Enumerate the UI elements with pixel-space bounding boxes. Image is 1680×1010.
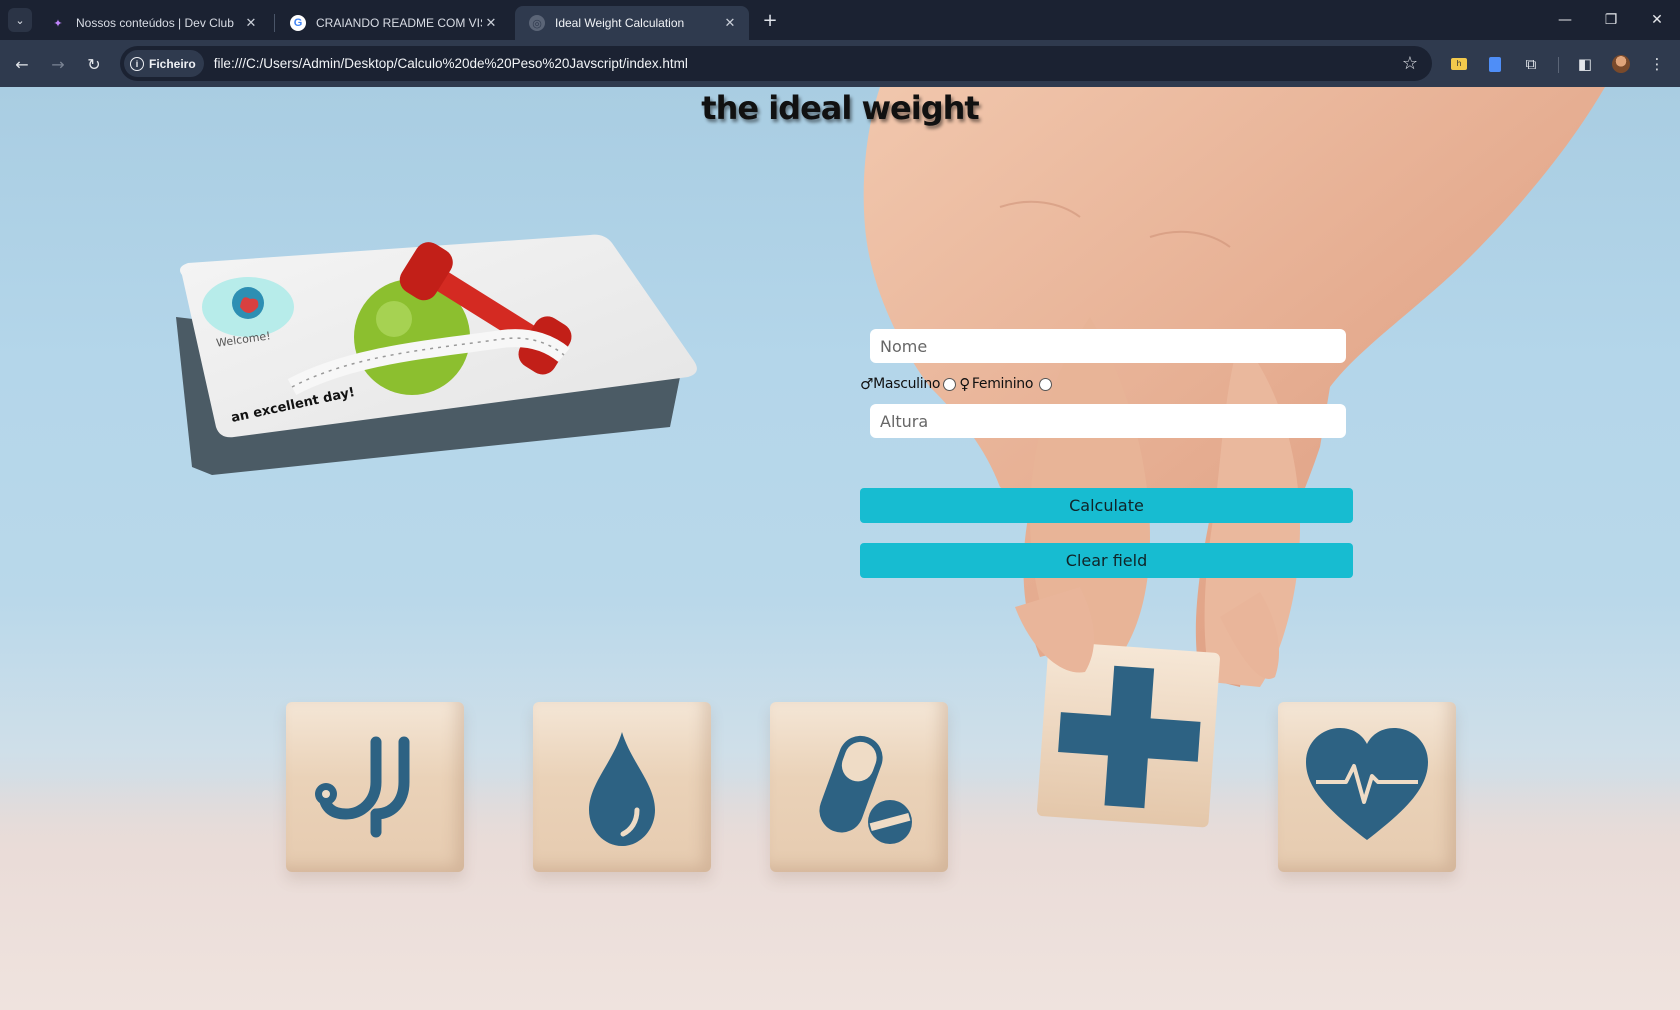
reload-icon[interactable]: ↻ — [80, 50, 108, 78]
welcome-card: Welcome! an excellent day! — [172, 227, 702, 477]
globe-icon: ◎ — [529, 15, 545, 31]
tab-divider — [274, 14, 275, 32]
name-placeholder: Nome — [880, 336, 928, 356]
puzzle-extensions-icon[interactable]: ⧉ — [1519, 52, 1543, 76]
stethoscope-cube — [286, 702, 464, 872]
close-icon[interactable]: ✕ — [242, 14, 260, 32]
male-radio[interactable] — [943, 377, 957, 391]
pill-icon — [819, 735, 912, 844]
page-title: the ideal weight — [701, 89, 979, 127]
tab-devclub[interactable]: ✦ Nossos conteúdos | Dev Club ✕ — [36, 6, 270, 40]
heart-pulse-icon — [1306, 728, 1428, 840]
close-icon[interactable]: ✕ — [721, 14, 739, 32]
tab-search-button[interactable]: ⌄ — [8, 8, 32, 32]
card-image — [180, 234, 697, 438]
tab-strip: ⌄ ✦ Nossos conteúdos | Dev Club ✕ G CRAI… — [0, 0, 1680, 40]
tab-ideal-weight[interactable]: ◎ Ideal Weight Calculation ✕ — [515, 6, 749, 40]
devclub-icon: ✦ — [53, 17, 63, 30]
close-window-icon[interactable]: ✕ — [1634, 0, 1680, 40]
pill-cube — [770, 702, 948, 872]
url-text[interactable]: file:///C:/Users/Admin/Desktop/Calculo%2… — [214, 56, 688, 71]
gender-radio-group: ♂ Masculino ♀ Feminino — [860, 373, 1055, 395]
menu-kebab-icon[interactable]: ⋮ — [1645, 52, 1669, 76]
google-icon: G — [290, 15, 306, 31]
tab-title: Ideal Weight Calculation — [555, 16, 685, 30]
water-drop-icon — [589, 732, 655, 846]
height-input[interactable]: Altura — [870, 404, 1346, 438]
address-bar[interactable]: i Ficheiro file:///C:/Users/Admin/Deskto… — [120, 46, 1432, 81]
tab-title: CRAIANDO README COM VISUAL STUDIO — [316, 16, 482, 30]
toolbar-divider — [1558, 57, 1559, 73]
calculate-button[interactable]: Calculate — [860, 488, 1353, 523]
height-placeholder: Altura — [880, 411, 929, 431]
clear-field-button[interactable]: Clear field — [860, 543, 1353, 578]
page-viewport: the ideal weight Welcome! an excellent d… — [0, 87, 1680, 1010]
extension-badge-icon[interactable]: h — [1447, 52, 1471, 76]
stethoscope-icon — [315, 736, 410, 838]
water-drop-cube — [533, 702, 711, 872]
female-symbol-icon: ♀ — [959, 375, 970, 393]
male-label: Masculino — [873, 376, 941, 392]
heart-pulse-cube — [1278, 702, 1456, 872]
document-extension-icon[interactable] — [1483, 52, 1507, 76]
female-radio[interactable] — [1039, 377, 1053, 391]
restore-icon[interactable]: ❐ — [1588, 0, 1634, 40]
name-input[interactable]: Nome — [870, 329, 1346, 363]
site-info-chip[interactable]: i Ficheiro — [124, 50, 204, 77]
new-tab-button[interactable]: + — [758, 8, 782, 32]
site-chip-label: Ficheiro — [149, 56, 196, 71]
back-arrow-icon[interactable]: ← — [8, 50, 36, 78]
female-label: Feminino — [971, 376, 1034, 392]
tab-readme[interactable]: G CRAIANDO README COM VISUAL STUDIO ✕ — [276, 6, 510, 40]
side-panel-icon[interactable]: ◧ — [1573, 52, 1597, 76]
tab-title: Nossos conteúdos | Dev Club — [76, 16, 234, 30]
close-icon[interactable]: ✕ — [482, 14, 500, 32]
male-symbol-icon: ♂ — [860, 375, 874, 393]
forward-arrow-icon[interactable]: → — [44, 50, 72, 78]
bookmark-star-icon[interactable]: ☆ — [1402, 53, 1418, 74]
info-icon: i — [130, 56, 144, 71]
browser-toolbar: ← → ↻ i Ficheiro file:///C:/Users/Admin/… — [0, 40, 1680, 87]
avatar[interactable] — [1609, 52, 1633, 76]
minimize-icon[interactable]: — — [1542, 0, 1588, 40]
